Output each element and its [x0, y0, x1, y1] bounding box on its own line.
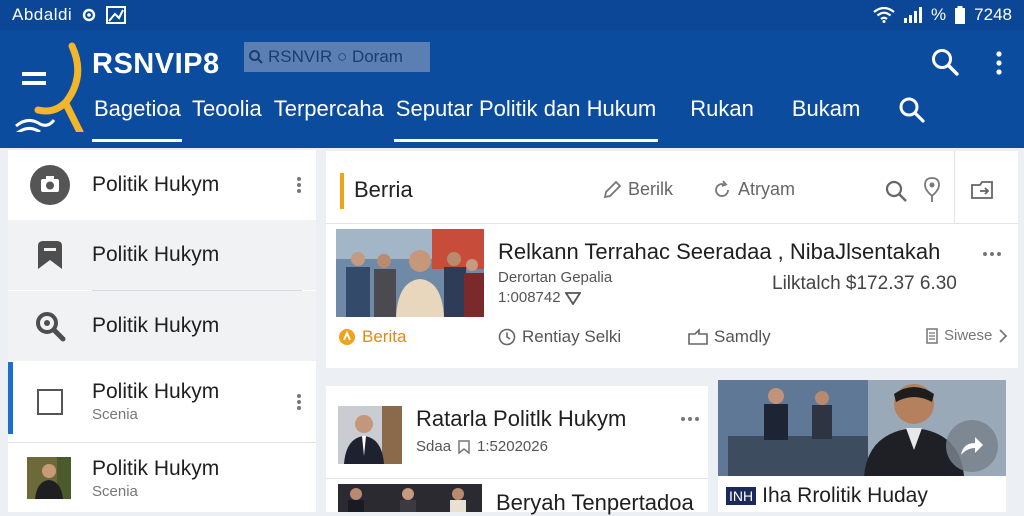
sidebar-item-label: Politik Hukym — [92, 173, 220, 196]
battery-icon — [954, 6, 966, 24]
app-logo-icon[interactable] — [14, 42, 84, 132]
clock: 7248 — [974, 5, 1012, 24]
search-icon[interactable] — [884, 179, 908, 203]
filter-icon[interactable] — [564, 291, 581, 305]
bookmark-icon — [30, 235, 70, 275]
battery-percent: % — [931, 5, 947, 24]
sidebar-item-label: Politik Hukym — [92, 243, 220, 266]
category-tabs: Bagetioa Teoolia Terpercaha Seputar Poli… — [92, 96, 936, 146]
category-chip[interactable]: Berita — [338, 327, 406, 347]
share-arrow-icon — [961, 437, 983, 455]
more-vertical-icon[interactable] — [994, 50, 1004, 76]
search-chip-text: RSNVIR ○ Doram — [268, 47, 403, 66]
category-icon — [339, 329, 355, 345]
share-fab[interactable] — [946, 420, 998, 472]
news-headline[interactable]: Relkann Terrahac Seeradaa , NibaJlsentak… — [498, 239, 940, 265]
chevron-right-icon — [999, 328, 1008, 343]
sidebar-item-politik-hukym-1[interactable]: Politik Hukym — [8, 150, 316, 220]
checkbox-icon[interactable] — [30, 382, 70, 422]
more-horizontal-icon[interactable] — [982, 251, 1002, 257]
news-card-image: INH Iha Rrolitik Huday — [718, 380, 1006, 512]
search-icon — [249, 50, 263, 64]
bookmark-icon[interactable] — [457, 439, 471, 454]
news-date: 1:5202026 — [477, 438, 548, 455]
app-header: RSNVIP8 RSNVIR ○ Doram Bagetioa Teoolia … — [0, 30, 1024, 148]
news-author: Derortan Gepalia — [498, 269, 613, 286]
divider — [326, 223, 1018, 224]
edit-button[interactable]: Berilk — [602, 179, 673, 200]
see-more-link[interactable]: Siwese — [926, 327, 1008, 344]
see-more-label: Siwese — [944, 327, 993, 344]
sidebar-item-label: Politik Hukym — [92, 314, 220, 337]
share-button[interactable]: Atryam — [712, 179, 795, 200]
export-icon[interactable] — [970, 179, 996, 201]
divider — [326, 478, 708, 479]
pencil-icon — [603, 180, 622, 198]
wifi-icon — [873, 7, 895, 23]
divider — [954, 151, 955, 223]
sidebar-item-politik-hukym-2[interactable]: Politik Hukym — [8, 220, 316, 290]
tab-rukan[interactable]: Rukan — [688, 96, 756, 142]
tab-terpercaha[interactable]: Terpercaha — [272, 96, 386, 142]
share-chip[interactable]: Samdly — [688, 327, 771, 347]
refresh-icon — [715, 179, 729, 197]
caption-badge: INH — [726, 487, 757, 505]
sidebar: Politik Hukym Politik Hukym Politik Huky… — [8, 150, 316, 512]
active-indicator — [8, 362, 13, 434]
time-chip[interactable]: Rentiay Selki — [498, 327, 621, 347]
search-icon — [30, 306, 70, 346]
app-title: RSNVIP8 — [92, 48, 220, 80]
news-meta: Sdaa 1:5202026 — [416, 438, 548, 455]
search-chip[interactable]: RSNVIR ○ Doram — [244, 42, 430, 72]
section-title: Berria — [354, 177, 413, 202]
sidebar-item-politik-hukym-5[interactable]: Politik Hukym Scenia — [8, 443, 316, 513]
share-icon — [688, 328, 708, 345]
news-headline[interactable]: Ratarla Politlk Hukym — [416, 406, 626, 432]
image-icon — [106, 6, 127, 24]
more-vertical-icon[interactable] — [296, 176, 302, 194]
news-value: Lilktalch $172.37 6.30 — [772, 273, 957, 294]
news-headline[interactable]: Iha Rrolitik Huday — [762, 484, 928, 508]
search-icon[interactable] — [930, 47, 960, 77]
location-pin-icon[interactable] — [924, 177, 940, 203]
image-caption-row: INH Iha Rrolitik Huday — [726, 484, 928, 508]
sidebar-item-sub: Scenia — [92, 483, 138, 500]
camera-icon — [30, 165, 70, 205]
gear-icon — [80, 6, 98, 24]
share-label: Atryam — [738, 179, 796, 199]
sidebar-item-label: Politik Hukym — [92, 380, 220, 403]
share-label: Samdly — [714, 327, 771, 346]
tab-seputar-politik-dan-hukum[interactable]: Seputar Politik dan Hukum — [393, 96, 659, 142]
document-icon — [926, 327, 938, 344]
avatar-thumbnail — [26, 455, 72, 501]
news-thumbnail[interactable] — [338, 484, 482, 512]
section-accent — [340, 173, 344, 209]
sidebar-item-politik-hukym-3[interactable]: Politik Hukym — [8, 291, 316, 361]
tab-search-icon[interactable] — [896, 96, 928, 142]
more-horizontal-icon[interactable] — [680, 416, 700, 422]
news-card-small: Ratarla Politlk Hukym Sdaa 1:5202026 Ber… — [326, 386, 708, 515]
edit-label: Berilk — [628, 179, 674, 199]
time-label: Rentiay Selki — [522, 327, 622, 346]
sidebar-item-politik-hukym-4[interactable]: Politik Hukym Scenia — [8, 362, 316, 442]
tab-bukam[interactable]: Bukam — [790, 96, 862, 142]
more-vertical-icon[interactable] — [296, 393, 302, 411]
tab-teoolia[interactable]: Teoolia — [190, 96, 264, 142]
sidebar-item-label: Politik Hukym — [92, 457, 220, 480]
sidebar-item-sub: Scenia — [92, 406, 138, 423]
news-date: 1:008742 — [498, 289, 561, 306]
status-left-text: Abdaldi — [12, 5, 73, 24]
news-date-row: 1:008742 — [498, 289, 581, 306]
tab-bagetioa[interactable]: Bagetioa — [92, 96, 182, 142]
news-source: Sdaa — [416, 438, 452, 455]
news-headline[interactable]: Beryah Tenpertadoa — [496, 490, 694, 516]
status-bar: Abdaldi % 7248 — [0, 0, 1024, 30]
news-thumbnail[interactable] — [336, 229, 484, 317]
news-thumbnail[interactable] — [338, 406, 402, 464]
category-label: Berita — [362, 327, 407, 346]
clock-icon — [498, 328, 516, 346]
signal-icon — [903, 7, 923, 23]
news-card-main: Berria Berilk Atryam Relkann Terrahac Se… — [326, 151, 1018, 368]
